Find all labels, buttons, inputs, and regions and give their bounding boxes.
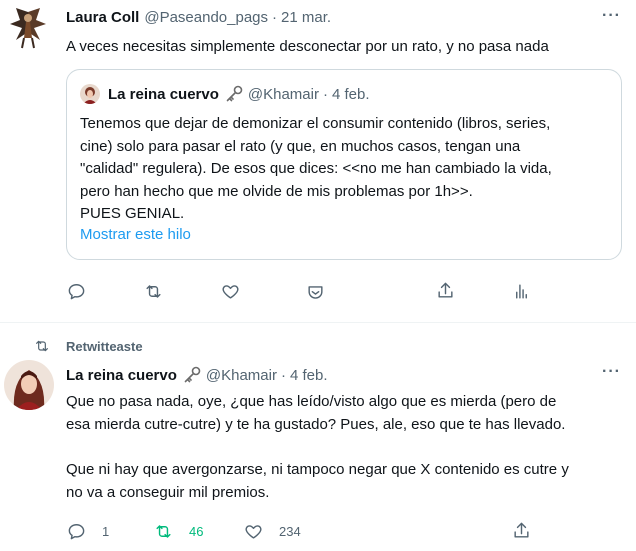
key-icon [183, 366, 201, 384]
author-name[interactable]: Laura Coll [66, 9, 139, 26]
quoted-line: "calidad" regulera). De esos que dices: … [80, 160, 552, 177]
like-button[interactable]: 234 [244, 522, 301, 541]
quoted-tweet-text: Tenemos que dejar de demonizar el consum… [80, 113, 600, 226]
author-avatar[interactable] [4, 360, 54, 410]
retweet-icon [146, 285, 161, 298]
more-options-icon[interactable]: ··· [602, 7, 621, 25]
quoted-tweet-date: 4 feb. [331, 85, 370, 103]
retweet-count: 46 [189, 524, 204, 539]
bookmark-share-icon [308, 286, 323, 299]
reply-icon [68, 524, 85, 540]
retweet-small-icon [36, 340, 48, 352]
retweet-button[interactable]: 46 [154, 522, 203, 541]
retweet-button[interactable] [144, 282, 163, 301]
quoted-author-avatar [80, 84, 100, 104]
bookmark-button[interactable] [306, 283, 325, 302]
share-icon [514, 522, 529, 538]
more-options-icon[interactable]: ··· [602, 363, 621, 381]
like-button[interactable] [221, 282, 240, 301]
tweet-date[interactable]: 4 feb. [290, 367, 328, 384]
separator-dot: · [322, 85, 328, 103]
separator-dot: · [272, 9, 278, 26]
key-icon [225, 85, 243, 103]
quoted-author-handle: @Khamair [247, 85, 319, 103]
author-handle[interactable]: @Khamair [206, 367, 277, 384]
quoted-author-name: La reina cuervo [108, 85, 219, 103]
retweet-context-label: Retwitteaste [66, 338, 143, 354]
heart-icon [245, 525, 262, 539]
like-count: 234 [279, 524, 301, 539]
retweet-context: Retwitteaste [34, 338, 143, 354]
text-line: Que no pasa nada, oye, ¿que has leído/vi… [66, 393, 557, 410]
quoted-line: pero han hecho que me olvide de mis prob… [80, 182, 473, 200]
share-button[interactable] [512, 521, 531, 540]
analytics-button[interactable] [512, 282, 531, 301]
tweet[interactable]: Laura Coll @Paseando_pags · 21 mar. ··· … [0, 0, 636, 323]
text-line: esa mierda cutre-cutre) y te ha gustado?… [66, 416, 566, 433]
author-avatar[interactable] [6, 6, 50, 50]
reply-button[interactable] [67, 282, 86, 301]
text-line: no va a conseguir mil premios. [66, 484, 270, 501]
heart-icon [222, 285, 239, 299]
reply-icon [68, 284, 85, 300]
tweet-text: A veces necesitas simplemente desconecta… [66, 38, 549, 55]
show-thread-link[interactable]: Mostrar este hilo [80, 226, 191, 243]
author-handle[interactable]: @Paseando_pags [144, 9, 268, 26]
quoted-line: PUES GENIAL. [80, 205, 185, 222]
author-name[interactable]: La reina cuervo [66, 367, 177, 384]
reply-button[interactable]: 1 [67, 522, 109, 541]
share-icon [438, 282, 453, 298]
reply-count: 1 [102, 524, 110, 539]
analytics-icon [516, 284, 527, 299]
text-line: Que ni hay que avergonzarse, ni tampoco … [66, 461, 569, 478]
quoted-line: Tenemos que dejar de demonizar el consum… [80, 115, 551, 132]
retweet-icon [156, 525, 171, 538]
tweet-date[interactable]: 21 mar. [281, 9, 331, 26]
quoted-line: cine) solo para pasar el rato (y que, en… [80, 137, 521, 155]
tweet-text: Que no pasa nada, oye, ¿que has leído/vi… [66, 390, 632, 504]
separator-dot: · [280, 366, 286, 384]
quoted-tweet[interactable]: La reina cuervo @Khamair · 4 feb. Tenemo… [66, 69, 622, 260]
share-button[interactable] [436, 281, 455, 300]
